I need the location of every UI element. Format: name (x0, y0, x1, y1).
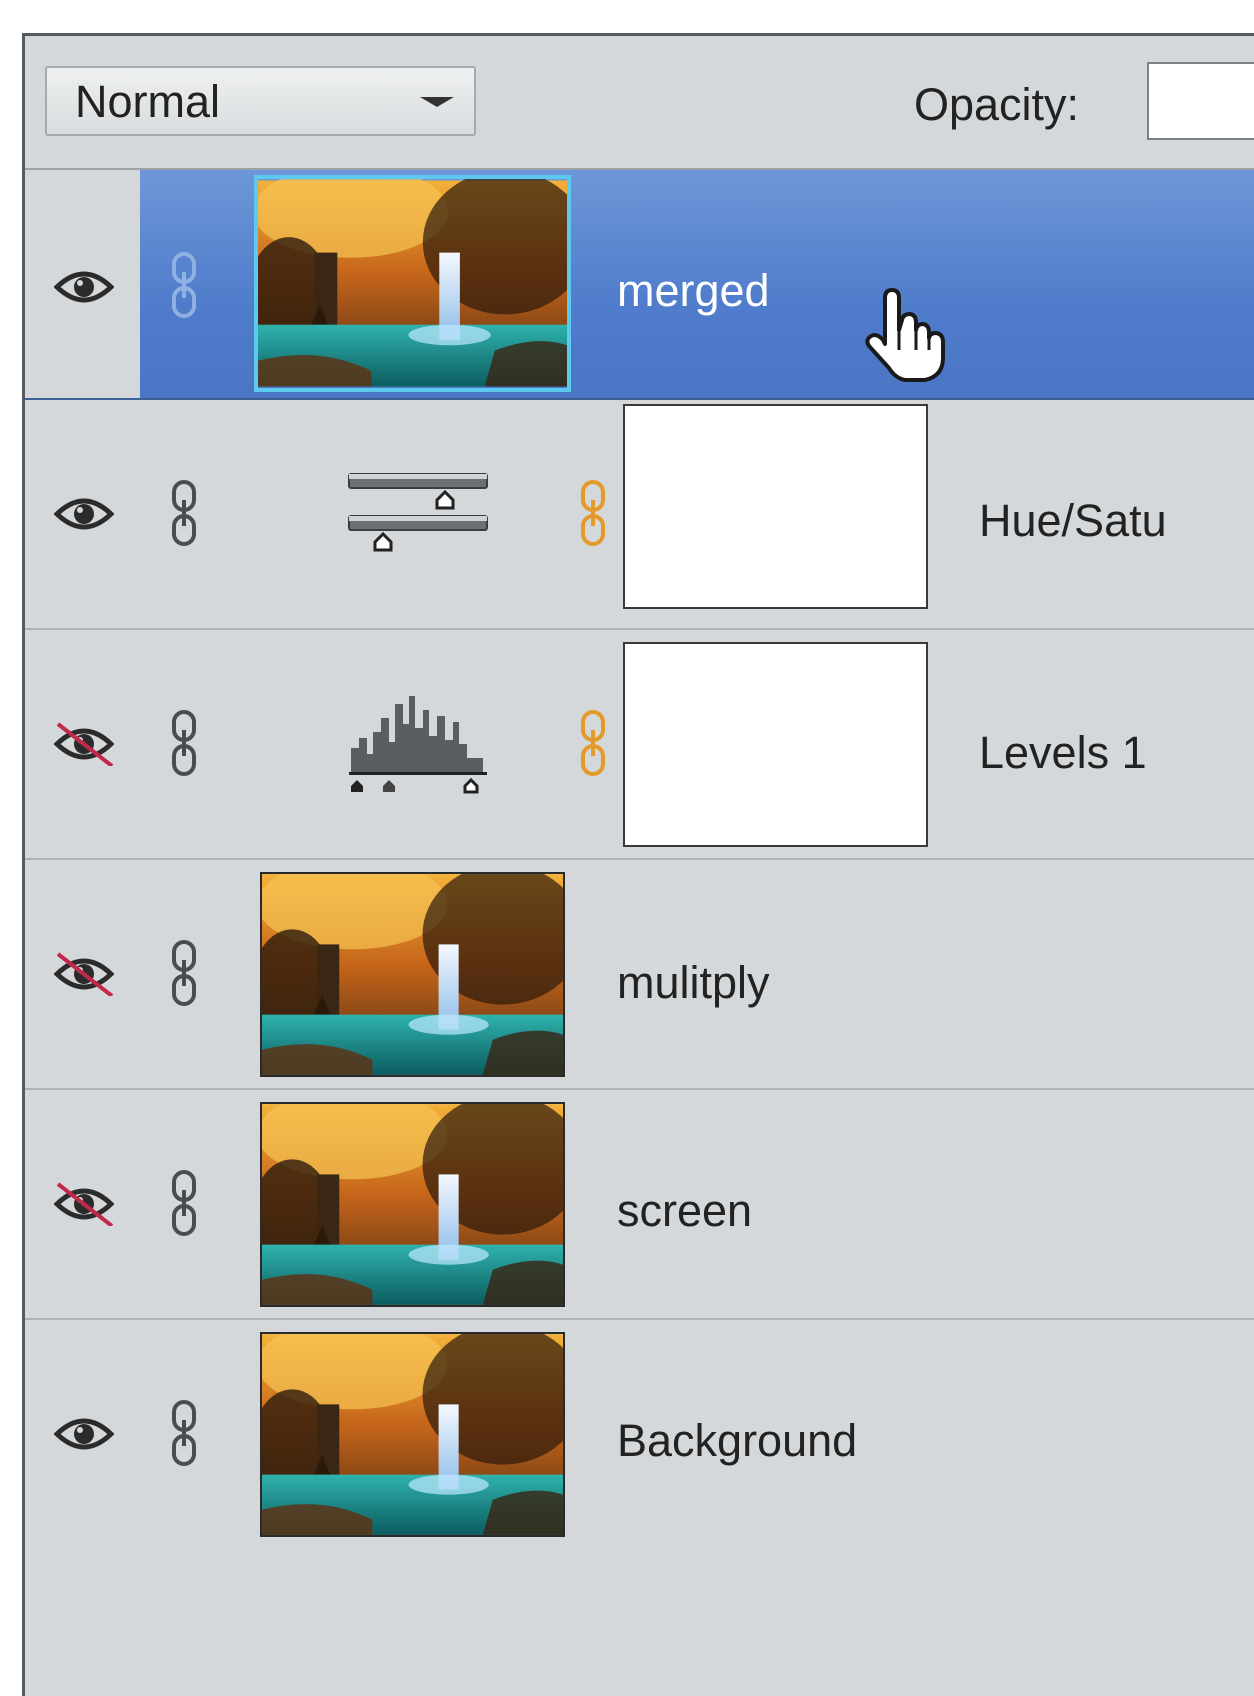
opacity-input[interactable] (1147, 62, 1254, 140)
blend-mode-value: Normal (75, 76, 221, 127)
chevron-down-icon (420, 97, 454, 107)
link-icon (170, 250, 198, 320)
hand-cursor-icon (865, 288, 945, 382)
layer-name: merged (617, 265, 770, 316)
layers-toolbar: Normal Opacity: (25, 36, 1254, 170)
blend-mode-dropdown[interactable]: Normal (45, 66, 476, 136)
layer-mask-thumbnail (623, 404, 928, 609)
layer-name: screen (617, 1185, 753, 1236)
link-icon (170, 708, 198, 778)
eye-icon[interactable] (54, 265, 114, 309)
link-icon (170, 1168, 198, 1238)
link-icon (170, 938, 198, 1008)
eye-hidden-icon[interactable] (54, 952, 114, 996)
hue-saturation-icon (348, 473, 488, 552)
layer-row-background[interactable]: Background (25, 1320, 1254, 1550)
layer-name: Background (617, 1415, 858, 1466)
levels-histogram-icon (349, 696, 487, 794)
link-icon (170, 1398, 198, 1468)
mask-link-icon[interactable] (577, 478, 609, 548)
layer-mask-thumbnail (623, 642, 928, 847)
eye-hidden-icon[interactable] (54, 1182, 114, 1226)
link-icon (170, 478, 198, 548)
eye-hidden-icon[interactable] (54, 722, 114, 766)
mask-link-icon[interactable] (577, 708, 609, 778)
layer-row-mulitply[interactable]: mulitply (25, 860, 1254, 1090)
layer-thumbnail (260, 872, 565, 1077)
eye-icon[interactable] (54, 1412, 114, 1456)
layer-name: Levels 1 (979, 727, 1147, 778)
layer-thumbnail (254, 175, 571, 392)
layers-panel: Normal Opacity: merged Hue/Satu Levels 1… (22, 33, 1254, 1696)
layer-name: Hue/Satu (979, 495, 1167, 546)
layer-row-levels[interactable]: Levels 1 (25, 630, 1254, 860)
eye-icon[interactable] (54, 492, 114, 536)
layer-thumbnail (260, 1332, 565, 1537)
layer-row-screen[interactable]: screen (25, 1090, 1254, 1320)
layer-name: mulitply (617, 957, 770, 1008)
opacity-label: Opacity: (914, 79, 1080, 130)
layer-row-hue-saturation[interactable]: Hue/Satu (25, 400, 1254, 630)
layer-thumbnail (260, 1102, 565, 1307)
layer-row-merged[interactable]: merged (25, 170, 1254, 400)
